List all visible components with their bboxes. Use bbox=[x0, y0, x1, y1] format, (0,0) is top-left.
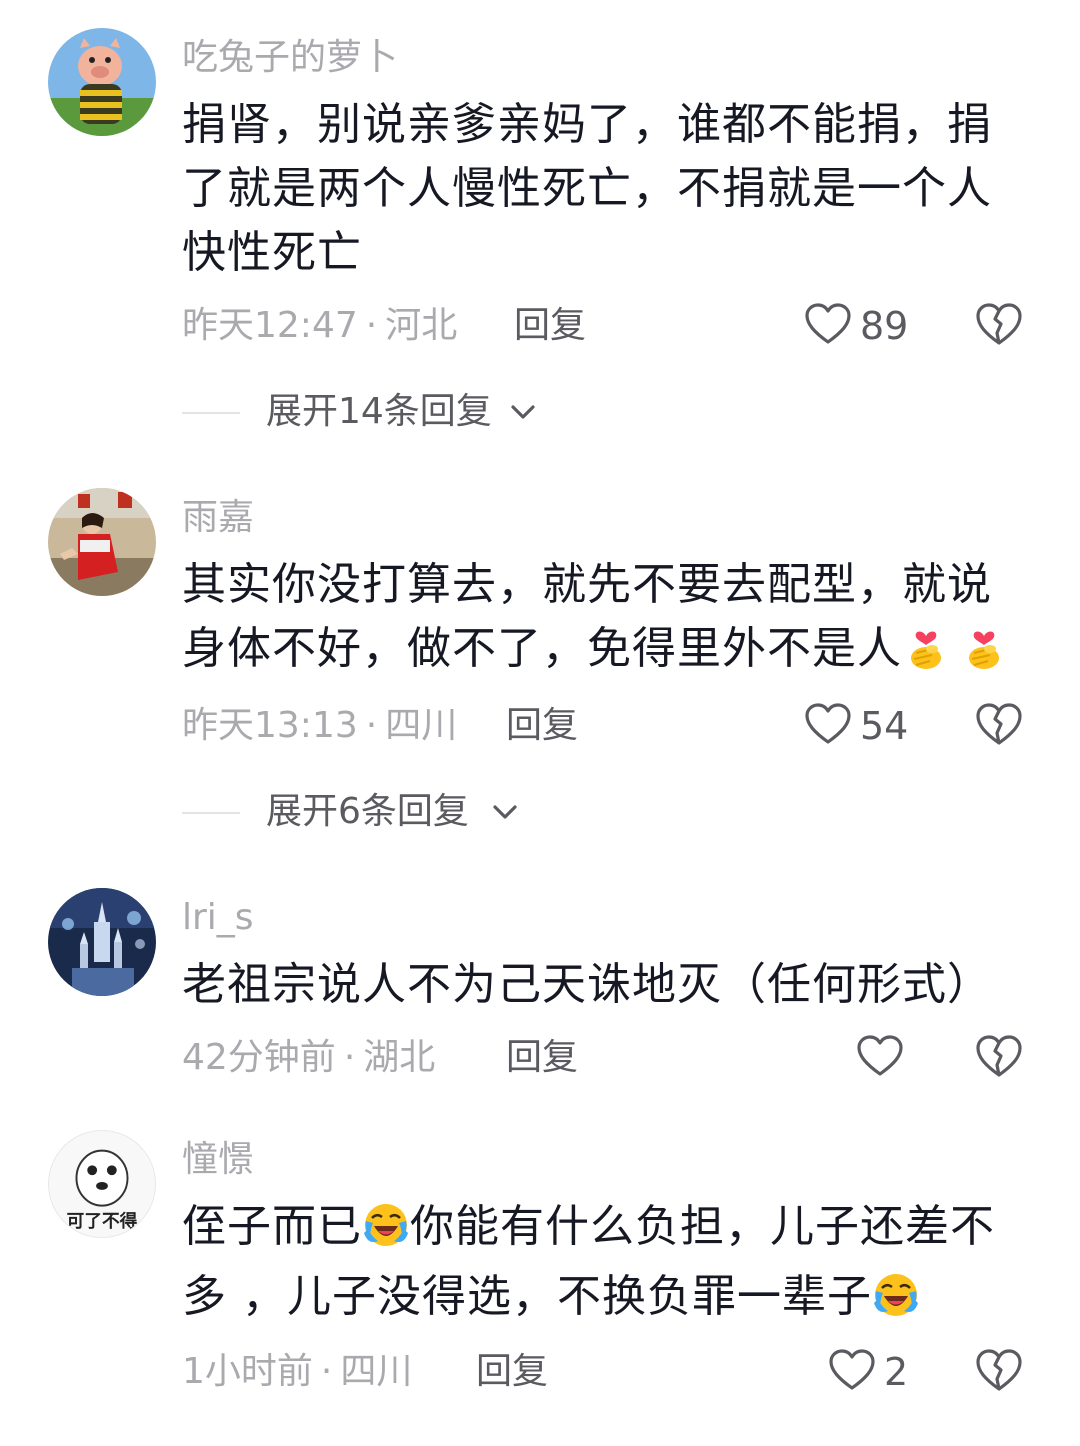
crying-laughing-emoji-icon bbox=[872, 1271, 920, 1319]
comment-time: 昨天12:47 bbox=[182, 305, 358, 346]
divider bbox=[182, 412, 240, 414]
finger-heart-emoji-icon bbox=[902, 623, 950, 671]
expand-replies-button[interactable]: 展开14条回复 bbox=[182, 390, 542, 434]
comment-location: 四川 bbox=[385, 705, 458, 746]
username[interactable]: 雨嘉 bbox=[182, 496, 254, 540]
expand-replies-button[interactable]: 展开6条回复 bbox=[182, 790, 522, 834]
broken-heart-icon[interactable] bbox=[974, 1033, 1024, 1079]
finger-heart-emoji-icon bbox=[960, 623, 1008, 671]
avatar[interactable] bbox=[48, 488, 156, 596]
username[interactable]: 憧憬 bbox=[182, 1138, 254, 1182]
heart-outline-icon[interactable] bbox=[828, 1348, 876, 1392]
meta-separator: · bbox=[343, 1037, 356, 1078]
meta-separator: · bbox=[320, 1351, 333, 1392]
broken-heart-icon[interactable] bbox=[974, 301, 1024, 347]
reply-button[interactable]: 回复 bbox=[514, 304, 586, 348]
comment-location: 湖北 bbox=[363, 1037, 436, 1078]
comment-meta: 昨天13:13 · 四川 bbox=[182, 704, 457, 748]
comment-text-line: 多 ，儿子没得选，不换负罪一辈子 bbox=[182, 1270, 920, 1324]
like-count: 2 bbox=[884, 1350, 909, 1394]
comment-location: 河北 bbox=[385, 305, 458, 346]
comment-text-line: 了就是两个人慢性死亡，不捐就是一个人 bbox=[182, 163, 992, 214]
comment-text: 多 ，儿子没得选，不换负罪一辈子 bbox=[182, 1271, 872, 1322]
avatar[interactable] bbox=[48, 888, 156, 996]
reply-button[interactable]: 回复 bbox=[506, 704, 578, 748]
comment-time: 1小时前 bbox=[182, 1351, 313, 1392]
svg-text:可了不得: 可了不得 bbox=[67, 1210, 138, 1232]
comment-text: 你能有什么负担，儿子还差不 bbox=[410, 1201, 995, 1252]
reply-button[interactable]: 回复 bbox=[476, 1350, 548, 1394]
chevron-down-icon bbox=[508, 400, 538, 424]
like-count: 54 bbox=[860, 704, 909, 748]
meta-separator: · bbox=[365, 305, 378, 346]
broken-heart-icon[interactable] bbox=[974, 1347, 1024, 1393]
expand-replies-label: 展开14条回复 bbox=[266, 391, 492, 432]
comment-time: 昨天13:13 bbox=[182, 705, 358, 746]
username[interactable]: 吃兔子的萝卜 bbox=[182, 36, 398, 80]
comment-text-line: 其实你没打算去，就先不要去配型，就说 bbox=[182, 559, 992, 610]
heart-outline-icon[interactable] bbox=[804, 702, 852, 746]
avatar[interactable]: 可了不得 bbox=[48, 1130, 156, 1238]
comment-text-line: 捐肾，别说亲爹亲妈了，谁都不能捐，捐 bbox=[182, 99, 992, 150]
divider bbox=[182, 812, 240, 814]
comment-text-line: 老祖宗说人不为己天诛地灭（任何形式） bbox=[182, 959, 992, 1010]
comment-text-line: 侄子而已 你能有什么负担，儿子还差不 bbox=[182, 1200, 995, 1254]
like-count: 89 bbox=[860, 304, 909, 348]
avatar[interactable] bbox=[48, 28, 156, 136]
heart-outline-icon[interactable] bbox=[804, 302, 852, 346]
comment-text: 身体不好，做不了，免得里外不是人 bbox=[182, 623, 902, 674]
meta-separator: · bbox=[365, 705, 378, 746]
comment-text-line: 身体不好，做不了，免得里外不是人 bbox=[182, 622, 1008, 676]
expand-replies-label: 展开6条回复 bbox=[266, 791, 469, 832]
broken-heart-icon[interactable] bbox=[974, 701, 1024, 747]
comment-meta: 42分钟前 · 湖北 bbox=[182, 1036, 435, 1080]
comment-location: 四川 bbox=[340, 1351, 413, 1392]
heart-outline-icon[interactable] bbox=[856, 1034, 904, 1078]
crying-laughing-emoji-icon bbox=[362, 1201, 410, 1249]
comment-text: 侄子而已 bbox=[182, 1201, 362, 1252]
username[interactable]: lri_s bbox=[182, 896, 254, 940]
reply-button[interactable]: 回复 bbox=[506, 1036, 578, 1080]
comment-meta: 昨天12:47 · 河北 bbox=[182, 304, 457, 348]
chevron-down-icon bbox=[490, 800, 520, 824]
comment-time: 42分钟前 bbox=[182, 1037, 336, 1078]
comment-text-line: 快性死亡 bbox=[182, 227, 362, 278]
comment-meta: 1小时前 · 四川 bbox=[182, 1350, 412, 1394]
